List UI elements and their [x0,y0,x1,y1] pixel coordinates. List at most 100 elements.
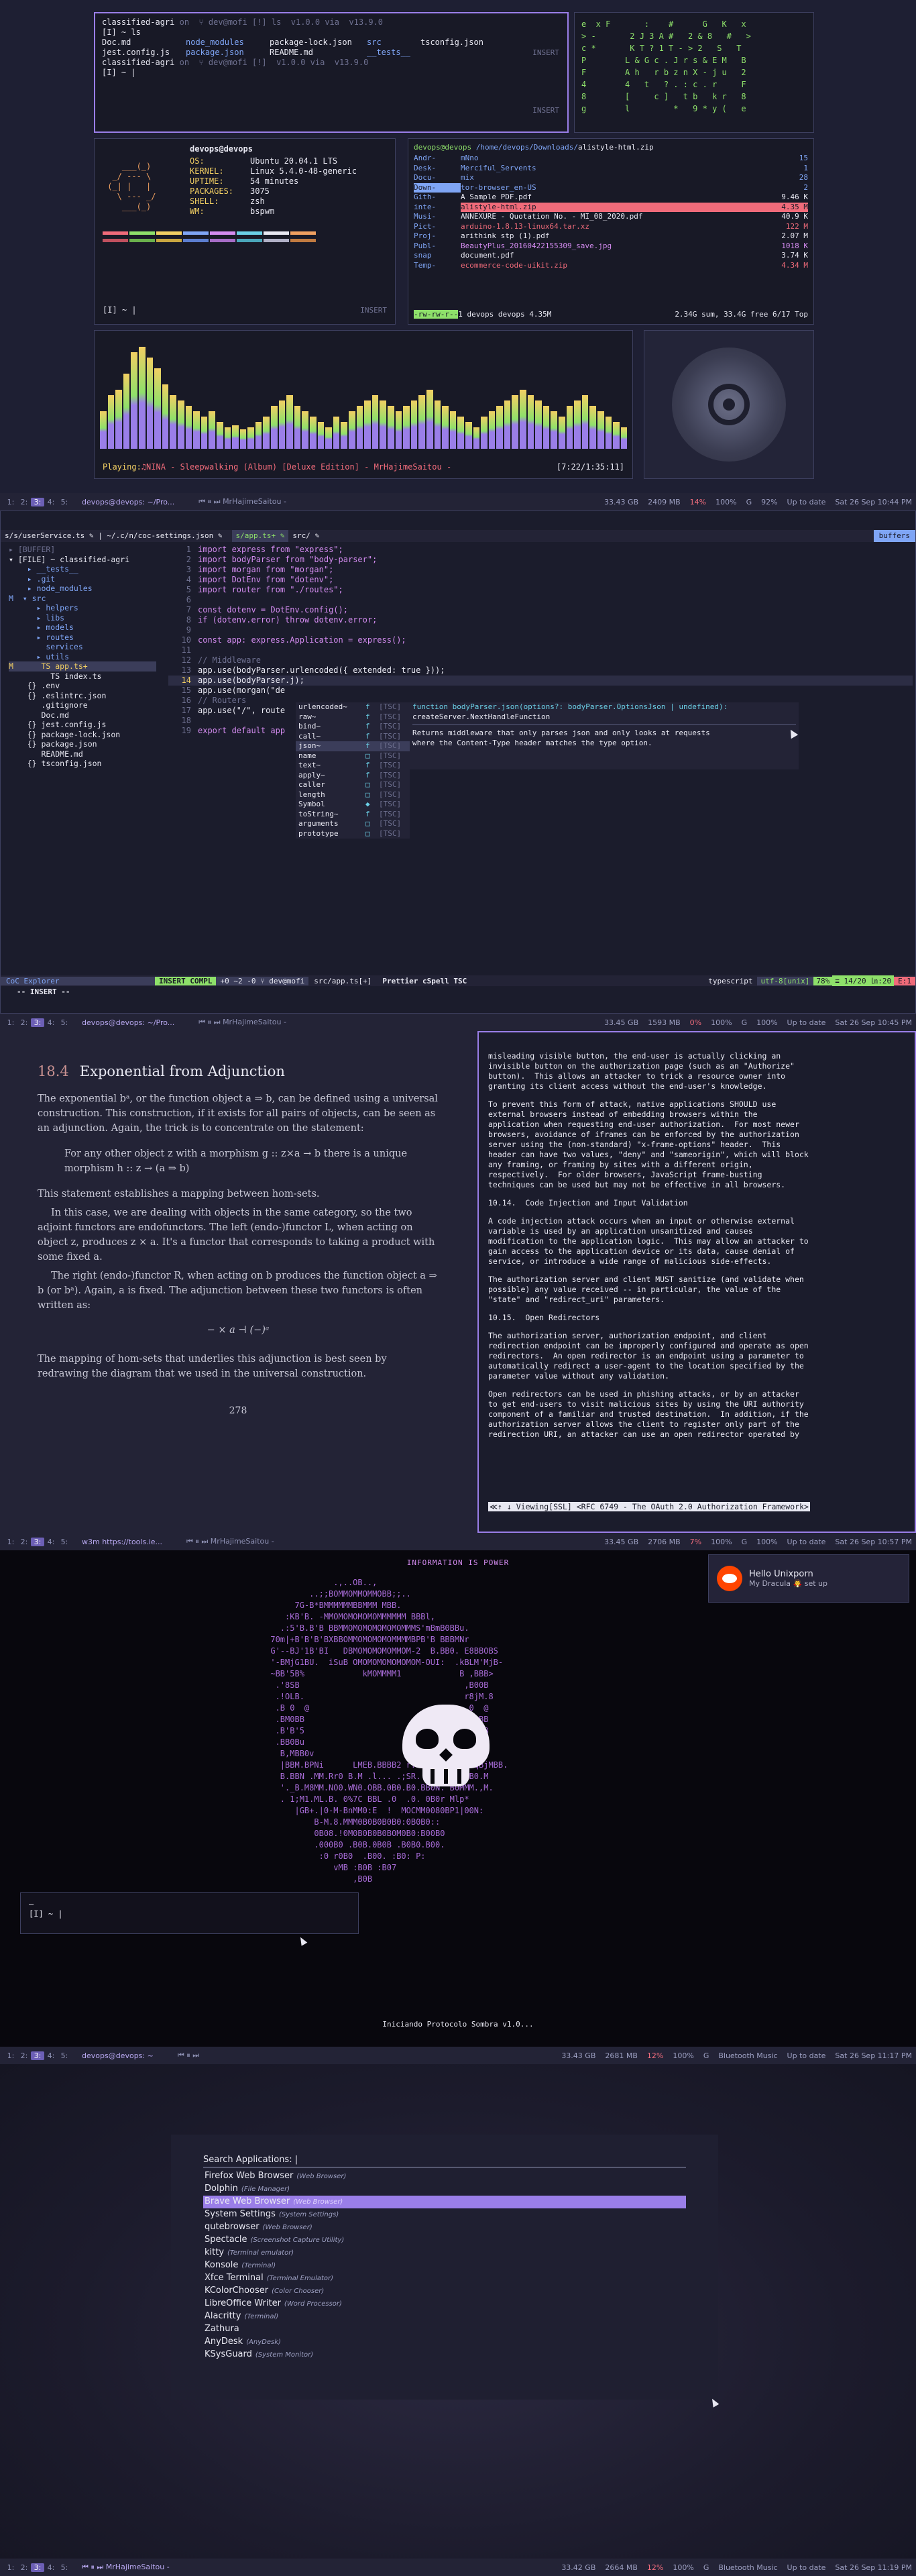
workspace-3[interactable]: 3: [31,2051,44,2060]
ranger-parent-item[interactable]: Proj- [414,231,461,241]
workspace-5[interactable]: 5: [58,1538,71,1546]
explorer-item[interactable]: ▸ helpers [9,603,156,613]
explorer-item[interactable]: README.md [9,749,156,759]
explorer-item[interactable]: services [9,642,156,652]
terminal-ranger[interactable]: devops@devops /home/devops/Downloads/ali… [408,138,814,325]
explorer-item[interactable]: ▸ node_modules [9,584,156,594]
ranger-file-row[interactable]: alistyle-html.zip 4.35 M [461,202,808,212]
disk-usage[interactable]: 33.45 GB [604,1538,638,1546]
ls-entry[interactable] [420,48,501,58]
cpu-usage[interactable]: 14% [690,498,706,506]
ranger-parent-item[interactable]: Temp- [414,261,461,271]
clock[interactable]: Sat 26 Sep 11:19 PM [835,2563,912,2572]
workspace-3[interactable]: 3: [31,2563,44,2572]
tab-buffers[interactable]: buffers [873,530,915,542]
completion-item[interactable]: urlencoded~ f [TSC] [296,702,410,712]
code-line[interactable]: 6 [168,595,913,605]
code-line[interactable]: 13 app.use(bodyParser.urlencoded({ extend… [168,665,913,676]
workspace-3[interactable]: 3: [31,1018,44,1027]
ranger-file-row[interactable]: BeautyPlus_20160422155309_save.jpg 1018 K [461,241,808,252]
ranger-parent-item[interactable]: Docu- [414,173,461,183]
explorer-item[interactable]: {} package.json [9,739,156,749]
completion-item[interactable]: arguments □ [TSC] [296,819,410,829]
launcher-item[interactable]: Alacritty (Terminal) [203,2310,686,2323]
network[interactable]: G [742,1538,748,1546]
ls-entry[interactable]: Doc.md [102,38,186,48]
cpu-usage[interactable]: 12% [647,2563,663,2572]
launcher-item[interactable]: AnyDesk (AnyDesk) [203,2336,686,2349]
ls-entry[interactable]: node_modules [186,38,270,48]
tab-src[interactable]: src/ ✎ [288,530,323,542]
tab-buffers-left[interactable]: s/s/userService.ts ✎ | ~/.c/n/coc-settin… [1,530,227,542]
launcher-item[interactable]: qutebrowser (Web Browser) [203,2221,686,2234]
ls-entry[interactable]: tsconfig.json [420,38,501,48]
code-line[interactable]: 2 import bodyParser from "body-parser"; [168,555,913,565]
ranger-file-row[interactable]: ANNEXURE - Quotation No. - MI_08_2020.pd… [461,212,808,222]
launcher-item[interactable]: KColorChooser (Color Chooser) [203,2285,686,2298]
completion-item[interactable]: caller □ [TSC] [296,780,410,790]
launcher-item[interactable]: Xfce Terminal (Terminal Emulator) [203,2272,686,2285]
network[interactable]: G [746,498,752,506]
workspace-5[interactable]: 5: [58,2051,71,2060]
ls-entry[interactable]: jest.config.js [102,48,186,58]
cpu-usage[interactable]: 0% [690,1018,701,1027]
cpu-usage[interactable]: 7% [690,1538,701,1546]
disk-usage[interactable]: 33.42 GB [561,2563,595,2572]
network[interactable]: G [703,2051,709,2060]
updates[interactable]: Up to date [787,2563,826,2572]
workspace-1[interactable]: 1: [4,1538,17,1546]
volume[interactable]: 100% [673,2563,693,2572]
app-launcher[interactable]: Search Applications: | Firefox Web Brows… [171,2135,718,2400]
explorer-item[interactable]: {} jest.config.js [9,720,156,730]
terminal-visualizer[interactable]: Playing: ♫NINA - Sleepwalking (Album) [D… [94,330,633,479]
ranger-file-row[interactable]: ecommerce-code-uikit.zip 4.34 M [461,261,808,271]
disk-usage[interactable]: 33.43 GB [561,2051,595,2060]
workspace-4[interactable]: 4: [44,498,58,506]
media-controls[interactable]: ⏮ ⏸ ⏭ [178,2051,199,2060]
explorer-item[interactable]: M TS app.ts+ [9,661,156,672]
code-line[interactable]: 7 const dotenv = DotEnv.config(); [168,605,913,615]
pdf-viewer[interactable]: 18.4 Exponential from Adjunction The expo… [0,1031,476,1533]
updates[interactable]: Up to date [787,498,826,506]
ls-entry[interactable]: package.json [186,48,270,58]
workspace-2[interactable]: 2: [17,2563,31,2572]
launcher-item[interactable]: KSysGuard (System Monitor) [203,2349,686,2361]
completion-item[interactable]: text~ f [TSC] [296,761,410,771]
code-line[interactable]: 4 import DotEnv from "dotenv"; [168,575,913,585]
explorer-item[interactable]: ▸ models [9,623,156,633]
launcher-item[interactable]: Brave Web Browser (Web Browser) [203,2196,686,2208]
completion-menu[interactable]: urlencoded~ f [TSC] raw~ f [TSC] bind~ f [TSC] ca… [296,702,410,839]
workspace-5[interactable]: 5: [58,1018,71,1027]
volume[interactable]: 100% [715,498,736,506]
ranger-parent-item[interactable]: Andr- [414,154,461,164]
battery[interactable]: 100% [756,1018,777,1027]
terminal-ls[interactable]: classified-agri on ⑂ dev@mofi [!] ls v1.… [94,12,569,133]
code-line[interactable]: 3 import morgan from "morgan"; [168,565,913,575]
notification[interactable]: Hello Unixporn My Dracula 🧛 set up [708,1554,909,1603]
battery[interactable]: 92% [761,498,777,506]
explorer-item[interactable]: ▸ libs [9,613,156,623]
network[interactable]: G [703,2563,709,2572]
explorer-item[interactable]: ▸ .git [9,574,156,584]
memory-usage[interactable]: 2681 MB [605,2051,638,2060]
ranger-parent-item[interactable]: Down- [414,182,461,193]
code-line[interactable]: 10 const app: express.Application = expre… [168,635,913,645]
code-line[interactable]: 5 import router from "./routes"; [168,585,913,595]
ranger-file-row[interactable]: Merciful_Servents 1 [461,164,808,174]
workspace-2[interactable]: 2: [17,1018,31,1027]
code-line[interactable]: 11 [168,645,913,655]
workspace-4[interactable]: 4: [44,1538,58,1546]
workspace-2[interactable]: 2: [17,2051,31,2060]
clock[interactable]: Sat 26 Sep 10:44 PM [835,498,912,506]
code-line[interactable]: 9 [168,625,913,635]
workspace-2[interactable]: 2: [17,498,31,506]
workspace-1[interactable]: 1: [4,2563,17,2572]
completion-item[interactable]: bind~ f [TSC] [296,722,410,732]
launcher-item[interactable]: Konsole (Terminal) [203,2259,686,2272]
volume[interactable]: 100% [711,1538,732,1546]
workspace-1[interactable]: 1: [4,1018,17,1027]
tab-app-ts[interactable]: s/app.ts+ ✎ [231,530,289,542]
memory-usage[interactable]: 2409 MB [648,498,681,506]
cpu-usage[interactable]: 12% [647,2051,663,2060]
explorer-item[interactable]: ▾ [FILE] ~ classified-agri [9,555,156,565]
